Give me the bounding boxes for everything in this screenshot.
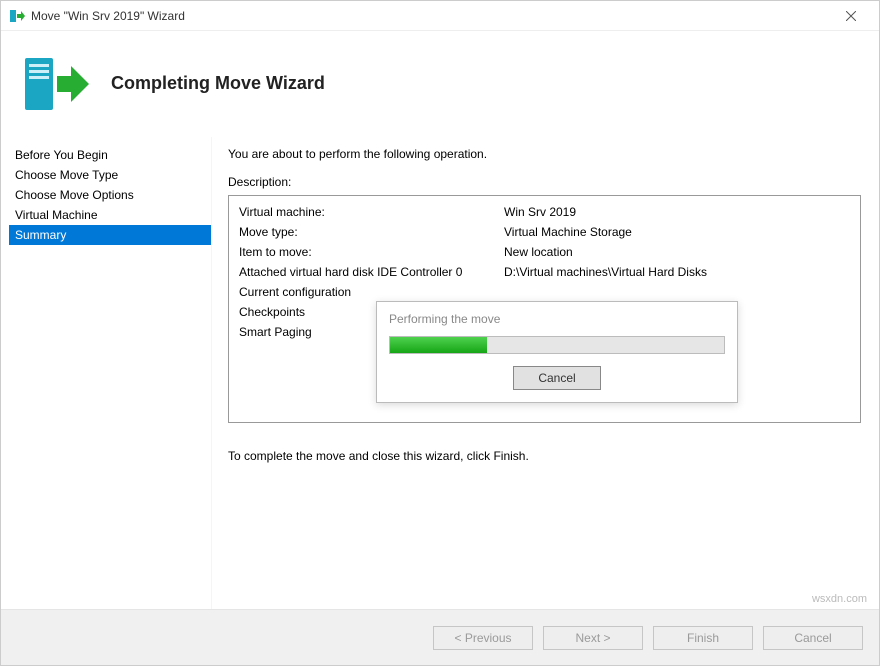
progress-dialog: Performing the move Cancel [376,301,738,403]
row-key: Virtual machine: [239,202,504,222]
row-value: Virtual Machine Storage [504,222,632,242]
progress-button-row: Cancel [389,366,725,390]
row-key: Item to move: [239,242,504,262]
progress-bar [389,336,725,354]
sidebar-item-summary[interactable]: Summary [9,225,211,245]
sidebar-item-choose-move-type[interactable]: Choose Move Type [9,165,211,185]
sidebar-item-virtual-machine[interactable]: Virtual Machine [9,205,211,225]
sidebar: Before You Begin Choose Move Type Choose… [1,137,211,609]
next-button[interactable]: Next > [543,626,643,650]
server-move-icon [21,49,91,119]
row-key: Move type: [239,222,504,242]
app-move-icon [9,8,25,24]
sidebar-item-label: Summary [15,228,66,242]
wizard-header: Completing Move Wizard [1,31,879,136]
intro-text: You are about to perform the following o… [228,147,861,161]
row-value: D:\Virtual machines\Virtual Hard Disks [504,262,707,282]
wizard-footer: < Previous Next > Finish Cancel [1,609,879,665]
row-key: Current configuration [239,282,504,302]
window-title: Move "Win Srv 2019" Wizard [31,9,831,23]
close-icon[interactable] [831,2,871,30]
complete-instruction: To complete the move and close this wiza… [228,449,861,463]
table-row: Current configuration [239,282,850,302]
table-row: Attached virtual hard disk IDE Controlle… [239,262,850,282]
progress-title: Performing the move [389,312,725,326]
sidebar-item-label: Before You Begin [15,148,108,162]
table-row: Virtual machine:Win Srv 2019 [239,202,850,222]
description-label: Description: [228,175,861,189]
sidebar-item-label: Virtual Machine [15,208,98,222]
row-key: Attached virtual hard disk IDE Controlle… [239,262,504,282]
finish-button[interactable]: Finish [653,626,753,650]
previous-button[interactable]: < Previous [433,626,533,650]
row-value: New location [504,242,573,262]
page-title: Completing Move Wizard [111,73,325,94]
table-row: Item to move:New location [239,242,850,262]
titlebar: Move "Win Srv 2019" Wizard [1,1,879,31]
sidebar-item-choose-move-options[interactable]: Choose Move Options [9,185,211,205]
sidebar-item-label: Choose Move Type [15,168,118,182]
progress-fill [390,337,487,353]
row-value: Win Srv 2019 [504,202,576,222]
sidebar-item-label: Choose Move Options [15,188,134,202]
watermark: wsxdn.com [812,593,867,605]
wizard-window: Move "Win Srv 2019" Wizard Completing Mo… [0,0,880,666]
sidebar-item-before-you-begin[interactable]: Before You Begin [9,145,211,165]
table-row: Move type:Virtual Machine Storage [239,222,850,242]
cancel-button[interactable]: Cancel [763,626,863,650]
progress-cancel-button[interactable]: Cancel [513,366,601,390]
